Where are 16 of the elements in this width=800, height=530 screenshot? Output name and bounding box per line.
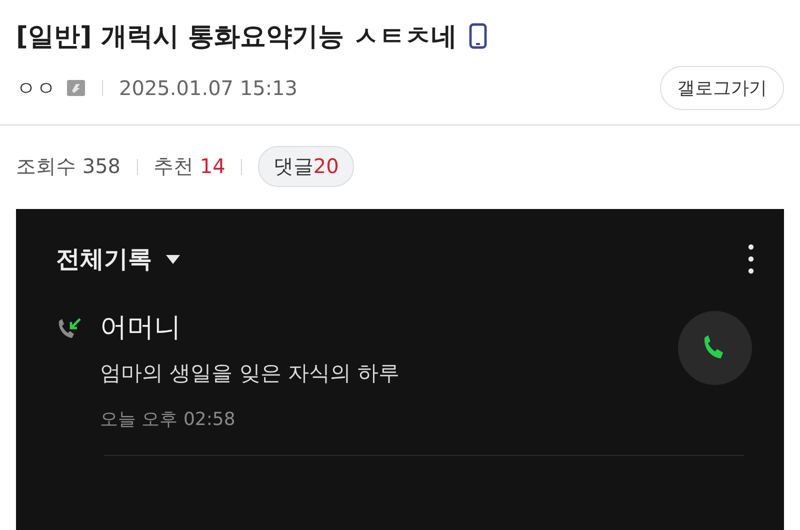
post-date: 2025.01.07 15:13 bbox=[119, 76, 298, 100]
comment-count-button[interactable]: 댓글20 bbox=[258, 146, 354, 187]
caller-name: 어머니 bbox=[100, 311, 182, 345]
gallog-button[interactable]: 갤로그가기 bbox=[660, 66, 784, 110]
stat-text: 추천 14 bbox=[154, 153, 226, 180]
stat-text: 조회수 358 bbox=[16, 153, 121, 180]
incoming-call-icon bbox=[56, 317, 82, 341]
more-options-icon[interactable] bbox=[748, 244, 754, 274]
author-name[interactable]: ㅇㅇ bbox=[16, 74, 56, 102]
mobile-phone-icon bbox=[468, 23, 487, 49]
member-icon bbox=[66, 79, 86, 97]
call-summary: 엄마의 생일을 잊은 자식의 하루 bbox=[100, 360, 401, 387]
call-time: 오늘 오후 02:58 bbox=[100, 408, 236, 431]
dropdown-caret-icon bbox=[166, 254, 180, 264]
post-title: [일반] 개럭시 통화요약기능 ㅅㅌㅊ네 bbox=[16, 20, 457, 54]
filter-dropdown[interactable]: 전체기록 bbox=[56, 243, 152, 275]
